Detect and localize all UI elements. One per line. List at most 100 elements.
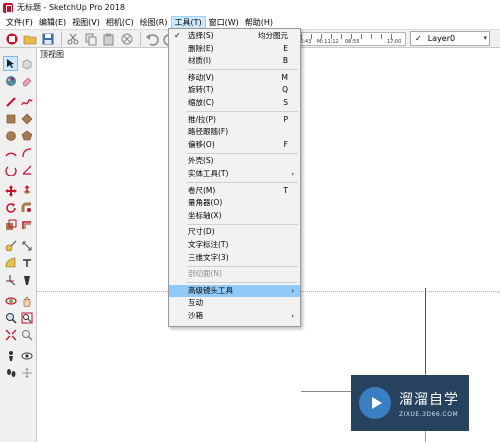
tape-measure-icon[interactable] — [3, 238, 18, 253]
menu-camera[interactable]: 相机(C) — [103, 16, 137, 29]
watermark-title: 溜溜自学 — [399, 391, 459, 408]
watermark-subtitle: ZIXUE.3D66.COM — [399, 410, 459, 418]
menu-item-label: 高级镜头工具 — [188, 285, 233, 295]
menu-item-outer-shell[interactable]: 外壳(S) — [169, 155, 300, 168]
protractor-icon[interactable] — [3, 255, 18, 270]
menu-item-protractor[interactable]: 量角器(O) — [169, 197, 300, 210]
cut-icon[interactable] — [65, 31, 80, 46]
erase-icon[interactable] — [119, 31, 134, 46]
menu-item-move[interactable]: 移动(V) M — [169, 72, 300, 85]
menu-item-label: 材质(I) — [188, 56, 212, 66]
menu-item-shortcut: Q — [282, 85, 288, 95]
menu-item-tape-measure[interactable]: 卷尺(M) T — [169, 185, 300, 198]
two-point-arc-icon[interactable] — [19, 145, 34, 160]
getting-started-icon[interactable] — [4, 31, 19, 46]
eraser-icon[interactable] — [19, 73, 34, 88]
freehand-tool-icon[interactable] — [19, 94, 34, 109]
look-around-icon[interactable] — [19, 348, 34, 363]
menu-item-label: 外壳(S) — [188, 156, 214, 166]
position-camera-icon[interactable] — [3, 348, 18, 363]
menu-item-offset[interactable]: 偏移(O) F — [169, 139, 300, 152]
undo-icon[interactable] — [144, 31, 159, 46]
menu-item-label: 偏移(O) — [188, 139, 215, 149]
select-tool-icon[interactable] — [3, 56, 18, 71]
scale-tool-icon[interactable] — [3, 217, 18, 232]
paste-icon[interactable] — [101, 31, 116, 46]
save-icon[interactable] — [40, 31, 55, 46]
menu-edit[interactable]: 编辑(E) — [36, 16, 69, 29]
shadow-time-slider[interactable]: 06:43 Mi 11:12 08:55 17:00 — [294, 32, 406, 46]
dimension-tool-icon[interactable] — [19, 238, 34, 253]
rotate-tool-icon[interactable] — [3, 200, 18, 215]
shadow-time-label: Mi 11:12 — [317, 39, 339, 45]
menu-item-axes[interactable]: 坐标轴(X) — [169, 210, 300, 223]
sketchup-window: 无标题 - SketchUp Pro 2018 文件(F) 编辑(E) 视图(V… — [0, 0, 500, 442]
previous-view-icon[interactable] — [19, 327, 34, 342]
zoom-tool-icon[interactable] — [3, 310, 18, 325]
menu-item-sandbox[interactable]: 沙箱 › — [169, 310, 300, 323]
menu-separator — [187, 152, 298, 154]
zoom-extents-icon[interactable] — [3, 327, 18, 342]
orbit-tool-icon[interactable] — [3, 293, 18, 308]
paint-bucket-icon[interactable] — [3, 73, 18, 88]
chevron-right-icon: › — [291, 311, 294, 320]
menu-item-section-plane: 剖切面(N) — [169, 268, 300, 281]
menu-item-rotate[interactable]: 旋转(T) Q — [169, 84, 300, 97]
section-plane-icon[interactable] — [19, 365, 34, 380]
chevron-right-icon: › — [291, 286, 294, 295]
menu-item-scale[interactable]: 缩放(C) S — [169, 97, 300, 110]
three-point-arc-icon[interactable] — [3, 162, 18, 177]
pie-tool-icon[interactable] — [19, 162, 34, 177]
menu-item-shortcut: T — [283, 185, 288, 195]
menu-draw[interactable]: 绘图(R) — [137, 16, 171, 29]
menu-help[interactable]: 帮助(H) — [242, 16, 276, 29]
push-pull-icon[interactable] — [19, 183, 34, 198]
layer-select[interactable]: ✓ Layer0 ▾ — [410, 31, 490, 46]
line-tool-icon[interactable] — [3, 94, 18, 109]
menu-separator — [187, 111, 298, 113]
text-tool-icon[interactable] — [19, 255, 34, 270]
menu-item-dimensions[interactable]: 尺寸(D) — [169, 226, 300, 239]
menu-item-interact[interactable]: 互动 — [169, 297, 300, 310]
3d-text-icon[interactable] — [19, 272, 34, 287]
rectangle-tool-icon[interactable] — [3, 111, 18, 126]
menu-item-shortcut: 均分图元 — [258, 31, 288, 40]
polygon-tool-icon[interactable] — [19, 128, 34, 143]
menu-item-label: 剖切面(N) — [188, 269, 222, 279]
menu-file[interactable]: 文件(F) — [3, 16, 36, 29]
rotated-rectangle-icon[interactable] — [19, 111, 34, 126]
pan-tool-icon[interactable] — [19, 293, 34, 308]
menu-item-label: 卷尺(M) — [188, 185, 216, 195]
menu-item-follow-me[interactable]: 路径跟随(F) — [169, 126, 300, 139]
zoom-window-icon[interactable] — [19, 310, 34, 325]
copy-icon[interactable] — [83, 31, 98, 46]
menu-item-label: 删除(E) — [188, 43, 214, 53]
menu-item-label: 路径跟随(F) — [188, 127, 229, 137]
arc-tool-icon[interactable] — [3, 145, 18, 160]
menu-item-select[interactable]: ✓ 选择(S) 均分图元 — [169, 30, 300, 43]
move-tool-icon[interactable] — [3, 183, 18, 198]
menu-item-solid-tools[interactable]: 实体工具(T) › — [169, 168, 300, 181]
menu-separator — [187, 265, 298, 267]
axes-tool-icon[interactable] — [3, 272, 18, 287]
menu-window[interactable]: 窗口(W) — [206, 16, 242, 29]
menu-tools[interactable]: 工具(T) — [170, 15, 206, 29]
check-icon: ✓ — [415, 34, 422, 43]
menu-item-push-pull[interactable]: 推/拉(P) P — [169, 114, 300, 127]
menu-item-material[interactable]: 材质(I) B — [169, 55, 300, 68]
menu-item-3d-text[interactable]: 三维文字(3) — [169, 252, 300, 265]
follow-me-icon[interactable] — [19, 200, 34, 215]
menu-bar: 文件(F) 编辑(E) 视图(V) 相机(C) 绘图(R) 工具(T) 窗口(W… — [0, 15, 500, 29]
open-icon[interactable] — [22, 31, 37, 46]
offset-tool-icon[interactable] — [19, 217, 34, 232]
component-tool-icon[interactable] — [19, 56, 34, 71]
menu-item-shortcut: B — [282, 56, 288, 66]
menu-view[interactable]: 视图(V) — [69, 16, 103, 29]
circle-tool-icon[interactable] — [3, 128, 18, 143]
menu-item-text[interactable]: 文字标注(T) — [169, 239, 300, 252]
menu-item-advanced-camera-tools[interactable]: 高级镜头工具 › — [169, 284, 300, 298]
menu-item-erase[interactable]: 删除(E) E — [169, 43, 300, 56]
menu-item-shortcut: F — [283, 139, 288, 149]
menu-separator — [187, 69, 298, 71]
walk-tool-icon[interactable] — [3, 365, 18, 380]
